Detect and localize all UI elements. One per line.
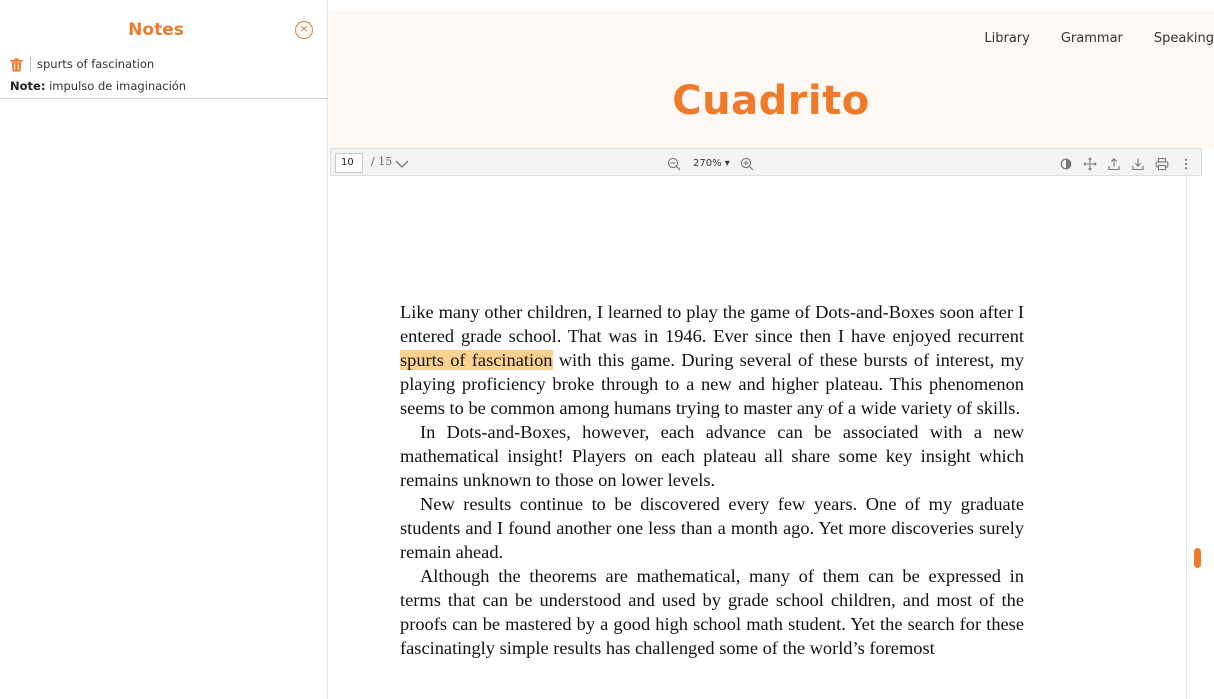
zoom-controls: 270% ▾ — [667, 154, 754, 172]
notes-header: Notes × — [0, 0, 327, 50]
theme-toggle-icon[interactable] — [1059, 156, 1073, 170]
page-text: Like many other children, I learned to p… — [400, 300, 1024, 660]
note-translation: Note: impulso de imaginación — [10, 79, 186, 93]
close-notes-button[interactable]: × — [295, 21, 313, 39]
brand-area: Cuadrito — [328, 60, 1214, 148]
note-text: impulso de imaginación — [45, 79, 187, 93]
paragraph-3: New results continue to be discovered ev… — [400, 494, 1024, 562]
trash-icon[interactable] — [10, 57, 23, 72]
scrollbar-thumb[interactable] — [1194, 548, 1201, 568]
nav-speaking[interactable]: Speaking — [1154, 31, 1214, 46]
scrollbar-track[interactable] — [1186, 176, 1202, 699]
zoom-in-icon[interactable] — [740, 156, 754, 171]
paragraph-4: Although the theorems are mathematical, … — [400, 566, 1024, 658]
page-total: / 15 — [371, 155, 393, 168]
note-label: Note: — [10, 79, 46, 93]
more-options-icon[interactable] — [1179, 156, 1193, 170]
document-page: Like many other children, I learned to p… — [330, 176, 1188, 699]
notes-title: Notes — [128, 20, 184, 40]
print-icon[interactable] — [1155, 156, 1169, 171]
paragraph-2: In Dots-and-Boxes, however, each advance… — [400, 422, 1024, 490]
paragraph-1-start: Like many other children, I learned to p… — [400, 302, 1024, 346]
notes-panel: Notes × spurts of fascination Note: impu… — [0, 0, 328, 699]
zoom-select[interactable]: 270% ▾ — [693, 158, 730, 169]
highlighted-phrase[interactable]: spurts of fascination — [400, 350, 553, 370]
chevron-down-icon[interactable] — [395, 155, 409, 168]
pdf-toolbar: 10 / 15 270% ▾ — [330, 148, 1202, 176]
divider — [30, 56, 31, 72]
viewer-tools — [1049, 154, 1193, 172]
note-row: spurts of fascination — [10, 56, 154, 72]
top-bar: Library Grammar Speaking — [328, 10, 1214, 60]
note-item: spurts of fascination Note: impulso de i… — [0, 50, 328, 99]
zoom-out-icon[interactable] — [667, 156, 681, 171]
nav-library[interactable]: Library — [984, 31, 1029, 46]
paragraph-1: Like many other children, I learned to p… — [400, 300, 1024, 420]
upload-icon[interactable] — [1107, 156, 1121, 171]
main-nav: Library Grammar Speaking — [953, 31, 1214, 46]
move-icon[interactable] — [1083, 156, 1097, 171]
nav-grammar[interactable]: Grammar — [1061, 31, 1123, 46]
brand-logo[interactable]: Cuadrito — [328, 78, 1214, 124]
page-number-input[interactable]: 10 — [335, 153, 363, 173]
note-word[interactable]: spurts of fascination — [37, 57, 154, 71]
download-icon[interactable] — [1131, 156, 1145, 171]
